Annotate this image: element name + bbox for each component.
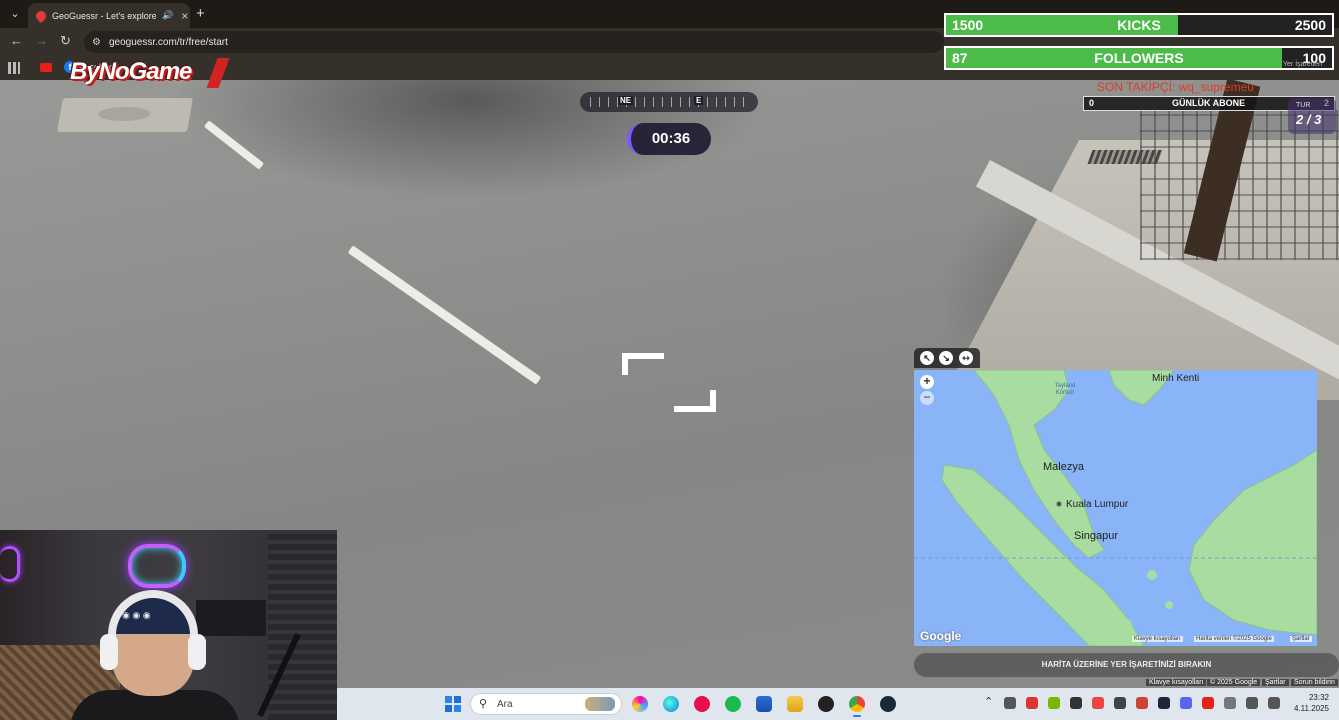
tab-search-icon[interactable]: ⌄ xyxy=(6,5,24,23)
round-label: TUR xyxy=(1296,102,1311,109)
headphone-cup xyxy=(188,634,206,670)
map-data-credit: Harita verileri ©2025 Google xyxy=(1194,636,1274,642)
map-label-singapur: Singapur xyxy=(1074,530,1119,542)
steam-icon[interactable] xyxy=(880,696,896,712)
tray-chevron-icon[interactable]: ⌃ xyxy=(984,695,993,708)
neon-light xyxy=(0,546,20,582)
daily-subs-label: GÜNLÜK ABONE xyxy=(1172,98,1246,108)
search-highlight-image xyxy=(585,697,615,711)
store-icon[interactable] xyxy=(756,696,772,712)
google-logo: Google xyxy=(920,629,962,643)
headphone-cup xyxy=(100,634,118,670)
forward-icon[interactable]: → xyxy=(35,33,48,48)
reload-icon[interactable]: ↻ xyxy=(60,33,71,49)
windows-taskbar: ⚲ Ara ⌃ 23:32 4.11.2025 xyxy=(337,688,1339,720)
daily-subs-value: 0 xyxy=(1089,98,1095,108)
map-size-controls: ↖ ↘ ⇿ xyxy=(914,348,980,368)
nvidia-tray-icon[interactable] xyxy=(1048,697,1060,709)
spotify-icon[interactable] xyxy=(725,696,741,712)
media-icon[interactable] xyxy=(694,696,710,712)
edge-icon[interactable] xyxy=(663,696,679,712)
obs-icon[interactable] xyxy=(818,696,834,712)
zoom-in-button[interactable]: + xyxy=(920,375,934,389)
url-text: geoguessr.com/tr/free/start xyxy=(108,36,228,48)
round-value: 2 / 3 xyxy=(1296,112,1322,127)
place-marker-button[interactable]: HARİTA ÜZERİNE YER İŞARETİNİZİ BIRAKIN xyxy=(914,653,1339,677)
address-bar[interactable]: ⚙ geoguessr.com/tr/free/start xyxy=(84,31,944,53)
report-link[interactable]: Sorun bildirin xyxy=(1291,679,1338,686)
terms-link[interactable]: Şartlar xyxy=(1262,679,1289,686)
reticle-top-left xyxy=(622,353,664,375)
map-label-kuala-lumpur: Kuala Lumpur xyxy=(1066,499,1129,510)
app-tray-icon[interactable] xyxy=(1202,697,1214,709)
close-icon[interactable]: × xyxy=(181,9,188,23)
followers-goal-bar: 87 FOLLOWERS 100 xyxy=(944,46,1334,70)
geoguessr-favicon-icon xyxy=(33,8,49,23)
followers-label: FOLLOWERS xyxy=(1094,50,1184,66)
taskbar-search[interactable]: ⚲ Ara xyxy=(470,693,622,715)
channel-logo: ByNoGame xyxy=(70,58,192,85)
copilot-icon[interactable] xyxy=(632,696,648,712)
bookmarks-folder-label[interactable]: Yer İşaretleri xyxy=(1283,61,1322,68)
chrome-icon[interactable] xyxy=(849,696,865,717)
discord-tray-icon[interactable] xyxy=(1180,697,1192,709)
speaker-tray-icon[interactable] xyxy=(1268,697,1280,709)
map-label-malezya: Malezya xyxy=(1043,461,1084,473)
kicks-goal-bar: 1500 KICKS 2500 xyxy=(944,13,1334,37)
app-tray-icon[interactable] xyxy=(1092,697,1104,709)
network-tray-icon[interactable] xyxy=(1246,697,1258,709)
round-timer: 00:36 xyxy=(627,123,711,155)
mic-tray-icon[interactable] xyxy=(1224,697,1236,709)
copyright-text: © 2025 Google xyxy=(1207,679,1261,686)
lane-marking xyxy=(347,245,542,385)
kicks-goal: 2500 xyxy=(1294,17,1326,33)
shrink-icon[interactable]: ↘ xyxy=(939,351,953,365)
shortcuts-link[interactable]: Klavye kısayolları xyxy=(1146,679,1207,686)
app-tray-icon[interactable] xyxy=(1026,697,1038,709)
map-label-minh-kenti: Minh Kenti xyxy=(1152,373,1200,384)
pin-icon[interactable]: ⇿ xyxy=(959,351,973,365)
reticle-bottom-right xyxy=(674,390,716,412)
kicks-label: KICKS xyxy=(1117,17,1161,33)
volume-tray-icon[interactable] xyxy=(1004,697,1016,709)
compass-ne: NE xyxy=(618,96,634,105)
taskbar-clock[interactable]: 23:32 4.11.2025 xyxy=(1294,692,1329,714)
windows-start-icon[interactable] xyxy=(445,696,461,712)
compass: NE E xyxy=(580,92,758,112)
tab-title: GeoGuessr - Let's explore t xyxy=(52,10,156,21)
expand-icon[interactable]: ↖ xyxy=(920,351,934,365)
window-blinds xyxy=(268,530,337,720)
explorer-icon[interactable] xyxy=(787,696,803,712)
clock-time: 23:32 xyxy=(1308,693,1329,702)
back-icon[interactable]: ← xyxy=(10,33,23,48)
site-info-icon[interactable]: ⚙ xyxy=(92,37,101,48)
map-shortcuts-link[interactable]: Klavye kısayolları xyxy=(1132,636,1183,642)
guess-map[interactable]: + − Tayland Körfezi Minh Kenti Malezya K… xyxy=(914,370,1317,646)
apps-icon[interactable] xyxy=(8,62,20,74)
app-tray-icon[interactable] xyxy=(1136,697,1148,709)
zoom-out-button[interactable]: − xyxy=(920,391,934,405)
neon-light xyxy=(128,544,186,588)
app-tray-icon[interactable] xyxy=(1070,697,1082,709)
taskbar-search-placeholder: Ara xyxy=(497,699,513,710)
lane-marking xyxy=(203,120,265,170)
cloud-tray-icon[interactable] xyxy=(1114,697,1126,709)
search-icon: ⚲ xyxy=(479,698,488,710)
new-tab-icon[interactable]: + xyxy=(196,5,205,22)
browser-tab[interactable]: GeoGuessr - Let's explore t 🔊 × xyxy=(28,3,190,28)
compass-e: E xyxy=(694,96,704,105)
steam-tray-icon[interactable] xyxy=(1158,697,1170,709)
webcam-feed xyxy=(0,530,337,720)
round-indicator: TUR 2 / 3 xyxy=(1288,98,1336,134)
manhole-cover xyxy=(57,98,193,132)
last-follower: SON TAKİPÇİ: wq_supremeu xyxy=(1097,80,1254,94)
clock-date: 4.11.2025 xyxy=(1294,704,1329,713)
speaker-icon[interactable]: 🔊 xyxy=(162,10,173,21)
map-label-gulf: Tayland Körfezi xyxy=(1054,383,1076,396)
map-terms-link[interactable]: Şartlar xyxy=(1290,636,1312,642)
shelf xyxy=(196,600,266,636)
youtube-icon[interactable] xyxy=(40,63,52,72)
